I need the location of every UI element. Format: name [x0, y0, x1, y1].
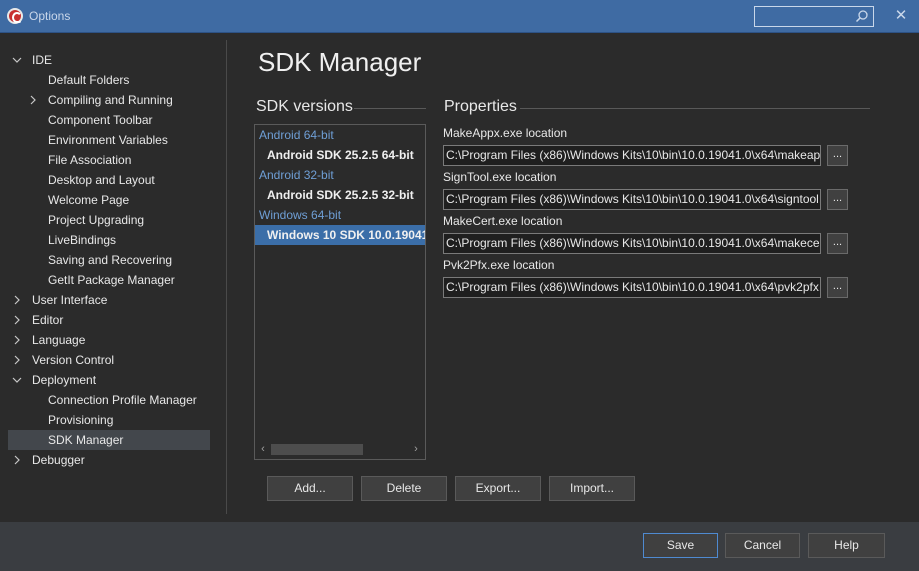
- sdk-list-item[interactable]: Android SDK 25.2.5 32-bit: [255, 185, 425, 205]
- property-label: SignTool.exe location: [443, 170, 557, 184]
- tree-item-label: File Association: [48, 153, 132, 167]
- tree-item-provisioning[interactable]: Provisioning: [0, 410, 220, 430]
- browse-button[interactable]: ...: [827, 277, 848, 298]
- tree-item-deployment[interactable]: Deployment: [0, 370, 220, 390]
- tree-item-debugger[interactable]: Debugger: [0, 450, 220, 470]
- property-label: MakeAppx.exe location: [443, 126, 568, 140]
- chevron-down-icon[interactable]: [12, 50, 22, 70]
- property-path-field[interactable]: C:\Program Files (x86)\Windows Kits\10\b…: [443, 233, 821, 254]
- save-button[interactable]: Save: [643, 533, 718, 558]
- chevron-right-icon[interactable]: [12, 310, 22, 330]
- browse-button[interactable]: ...: [827, 145, 848, 166]
- properties-divider: [520, 108, 870, 109]
- tree-item-label: Saving and Recovering: [48, 253, 173, 267]
- tree-item-user-interface[interactable]: User Interface: [0, 290, 220, 310]
- property-label: Pvk2Pfx.exe location: [443, 258, 555, 272]
- tree-item-label: IDE: [32, 53, 53, 67]
- tree-item-label: Version Control: [32, 353, 115, 367]
- sdk-group-header: Windows 64-bit: [259, 208, 342, 222]
- tree-item-default-folders[interactable]: Default Folders: [0, 70, 220, 90]
- horizontal-scrollbar[interactable]: ‹ ›: [255, 440, 425, 459]
- chevron-right-icon[interactable]: [28, 90, 38, 110]
- tree-item-label: Provisioning: [48, 413, 114, 427]
- help-button[interactable]: Help: [808, 533, 885, 558]
- tree-item-getit-package-manager[interactable]: GetIt Package Manager: [0, 270, 220, 290]
- tree-item-ide[interactable]: IDE: [0, 50, 220, 70]
- chevron-right-icon[interactable]: [12, 350, 22, 370]
- sdk-versions-divider: [354, 108, 426, 109]
- window-title: Options: [29, 9, 71, 23]
- tree-item-compiling-and-running[interactable]: Compiling and Running: [0, 90, 220, 110]
- tree-item-desktop-and-layout[interactable]: Desktop and Layout: [0, 170, 220, 190]
- tree-item-component-toolbar[interactable]: Component Toolbar: [0, 110, 220, 130]
- tree-item-welcome-page[interactable]: Welcome Page: [0, 190, 220, 210]
- tree-item-file-association[interactable]: File Association: [0, 150, 220, 170]
- tree-item-label: Desktop and Layout: [48, 173, 155, 187]
- sdk-list-item[interactable]: Android SDK 25.2.5 64-bit: [255, 145, 425, 165]
- tree-item-label: Welcome Page: [48, 193, 130, 207]
- tree-item-label: Component Toolbar: [48, 113, 153, 127]
- tree-item-label: Language: [32, 333, 86, 347]
- add-button[interactable]: Add...: [267, 476, 353, 501]
- tree-item-language[interactable]: Language: [0, 330, 220, 350]
- tree-item-project-upgrading[interactable]: Project Upgrading: [0, 210, 220, 230]
- page-title: SDK Manager: [258, 47, 422, 77]
- tree-item-label: LiveBindings: [48, 233, 117, 247]
- browse-button[interactable]: ...: [827, 233, 848, 254]
- scroll-right-icon[interactable]: ›: [410, 442, 422, 456]
- tree-item-label: Editor: [32, 313, 64, 327]
- tree-item-label: Environment Variables: [48, 133, 168, 147]
- sdk-group-header: Android 32-bit: [259, 168, 334, 182]
- cancel-button[interactable]: Cancel: [725, 533, 800, 558]
- close-icon[interactable]: ✕: [893, 8, 909, 24]
- tree-item-editor[interactable]: Editor: [0, 310, 220, 330]
- tree-item-label: Compiling and Running: [48, 93, 173, 107]
- tree-item-label: User Interface: [32, 293, 108, 307]
- tree-item-label: Connection Profile Manager: [48, 393, 197, 407]
- tree-item-label: Default Folders: [48, 73, 130, 87]
- sdk-versions-heading: SDK versions: [256, 98, 353, 115]
- browse-button[interactable]: ...: [827, 189, 848, 210]
- search-icon: [855, 10, 868, 23]
- tree-item-livebindings[interactable]: LiveBindings: [0, 230, 220, 250]
- property-path-field[interactable]: C:\Program Files (x86)\Windows Kits\10\b…: [443, 145, 821, 166]
- delete-button[interactable]: Delete: [361, 476, 447, 501]
- property-path-field[interactable]: C:\Program Files (x86)\Windows Kits\10\b…: [443, 189, 821, 210]
- tree-item-version-control[interactable]: Version Control: [0, 350, 220, 370]
- sdk-list-item[interactable]: Windows 10 SDK 10.0.19041: [255, 225, 425, 245]
- property-label: MakeCert.exe location: [443, 214, 563, 228]
- chevron-right-icon[interactable]: [12, 330, 22, 350]
- dialog-footer: Save Cancel Help: [0, 522, 919, 571]
- sdk-group-header: Android 64-bit: [259, 128, 334, 142]
- scroll-left-icon[interactable]: ‹: [257, 442, 269, 456]
- import-button[interactable]: Import...: [549, 476, 635, 501]
- tree-item-label: Project Upgrading: [48, 213, 145, 227]
- tree-item-label: Debugger: [32, 453, 85, 467]
- tree-item-label: Deployment: [32, 373, 97, 387]
- properties-heading: Properties: [444, 98, 517, 115]
- chevron-right-icon[interactable]: [12, 290, 22, 310]
- export-button[interactable]: Export...: [455, 476, 541, 501]
- tree-item-connection-profile-manager[interactable]: Connection Profile Manager: [0, 390, 220, 410]
- tree-item-label: GetIt Package Manager: [48, 273, 175, 287]
- tree-item-saving-and-recovering[interactable]: Saving and Recovering: [0, 250, 220, 270]
- chevron-right-icon[interactable]: [12, 450, 22, 470]
- app-logo-icon: [7, 8, 23, 24]
- options-tree: IDE Default Folders Compiling and Running C…: [0, 34, 226, 522]
- scrollbar-thumb[interactable]: [271, 444, 363, 455]
- tree-item-environment-variables[interactable]: Environment Variables: [0, 130, 220, 150]
- chevron-down-icon[interactable]: [12, 370, 22, 390]
- property-path-field[interactable]: C:\Program Files (x86)\Windows Kits\10\b…: [443, 277, 821, 298]
- title-bar: Options ✕: [0, 0, 919, 33]
- panel-divider: [226, 40, 227, 514]
- tree-item-label: SDK Manager: [48, 433, 124, 447]
- sdk-versions-list[interactable]: Android 64-bit Android SDK 25.2.5 64-bit A…: [254, 124, 426, 460]
- search-input[interactable]: [754, 6, 874, 27]
- tree-item-sdk-manager[interactable]: SDK Manager: [8, 430, 210, 450]
